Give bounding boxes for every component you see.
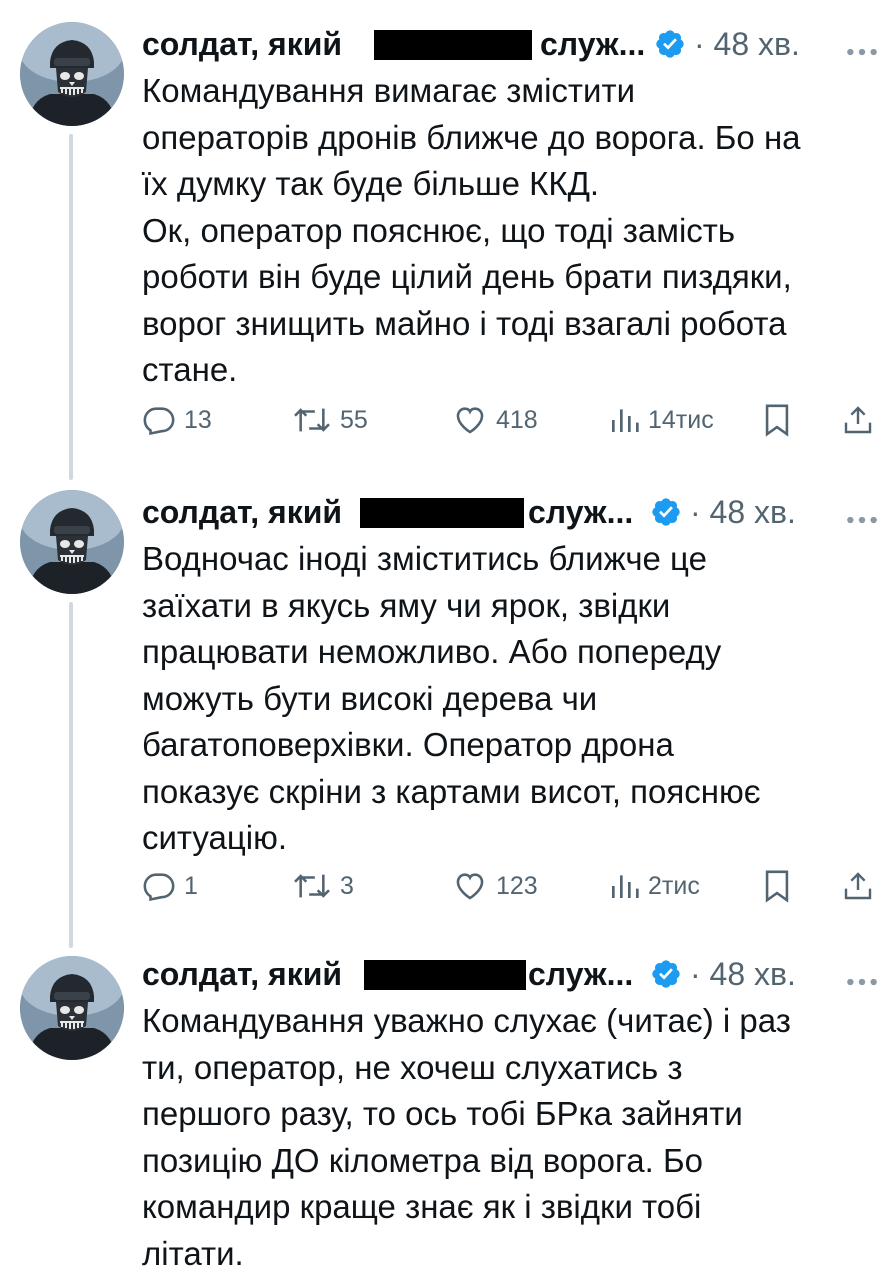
tweet[interactable]: солдат, який служ... · 48 хв. Водночас і…: [0, 468, 896, 948]
views-bar-chart-icon: [612, 409, 639, 432]
tweet-timestamp[interactable]: · 48 хв.: [690, 490, 796, 534]
repost-count: 55: [340, 405, 368, 434]
thread-connector-line: [69, 602, 73, 948]
tweet-text-line: показує скріни з картами висот, пояснює: [142, 772, 761, 810]
reply-button[interactable]: 1: [142, 864, 198, 908]
avatar[interactable]: [20, 22, 124, 126]
reply-count: 13: [184, 405, 212, 434]
share-button[interactable]: [842, 398, 874, 442]
verified-badge-icon: [652, 498, 680, 526]
verified-badge-icon: [656, 30, 684, 58]
tweet-text-line: Командування вимагає змістити: [142, 72, 636, 109]
author-name[interactable]: солдат, який: [142, 490, 342, 534]
reply-button[interactable]: 13: [142, 398, 212, 442]
views-count: 14тис: [648, 405, 714, 434]
author-name-truncated[interactable]: служ...: [528, 490, 633, 534]
author-name[interactable]: солдат, який: [142, 22, 342, 66]
repost-button[interactable]: 55: [292, 398, 368, 442]
verified-badge-icon: [652, 960, 680, 988]
share-button[interactable]: [842, 864, 874, 908]
avatar[interactable]: [20, 490, 124, 594]
tweet-text-line: заїхати в якусь яму чи ярок, звідки: [142, 586, 671, 624]
tweet-text-line: операторів дронів ближче до ворога. Бо н…: [142, 118, 801, 156]
tweet-header: солдат, який служ... · 48 хв.: [142, 22, 882, 66]
redaction-bar: [374, 30, 532, 60]
share-icon: [844, 406, 872, 434]
tweet[interactable]: солдат, який служ... · 48 хв. Командуван…: [0, 936, 896, 1280]
tweet-text-line: можуть бути високі дерева чи: [142, 679, 598, 717]
tweet-text-line: багатоповерхівки. Оператор дрона: [142, 726, 674, 763]
repost-count: 3: [340, 871, 354, 900]
tweet-text-line: стане.: [142, 351, 238, 388]
soldier-avatar-icon: [20, 22, 124, 126]
tweet-text-line: Водночас іноді зміститись ближче це: [142, 540, 707, 577]
bookmark-button[interactable]: [762, 398, 792, 442]
avatar[interactable]: [20, 956, 124, 1060]
tweet-timestamp[interactable]: · 48 хв.: [690, 952, 796, 996]
redaction-bar: [364, 960, 526, 990]
tweet-text-line: першого разу, то ось тобі БРка зайняти: [142, 1095, 743, 1132]
tweet-text-line: роботи він буде цілий день брати пиздяки…: [142, 258, 792, 295]
views-button[interactable]: 14тис: [608, 398, 714, 442]
tweet-text-line: Командування уважно слухає (читає) і раз: [142, 1002, 791, 1039]
like-count: 418: [496, 405, 538, 434]
tweet-actions-bar: 1 3 123 2тис: [142, 864, 882, 908]
tweet-actions-bar: 13 55 418 14тис: [142, 398, 882, 442]
soldier-avatar-icon: [20, 490, 124, 594]
tweet[interactable]: солдат, який служ... · 48 хв. Командуван…: [0, 0, 896, 480]
heart-icon: [456, 407, 484, 434]
repost-button[interactable]: 3: [292, 864, 354, 908]
repost-icon: [294, 874, 330, 898]
tweet-header: солдат, який служ... · 48 хв.: [142, 952, 882, 996]
author-name-truncated[interactable]: служ...: [540, 22, 645, 66]
like-count: 123: [496, 871, 538, 900]
tweet-text-line: Ок, оператор пояснює, що тоді замість: [142, 211, 736, 249]
author-name[interactable]: солдат, який: [142, 952, 342, 996]
heart-icon: [456, 873, 484, 900]
tweet-header: солдат, який служ... · 48 хв.: [142, 490, 882, 534]
tweet-text-line: ти, оператор, не хочеш слухатись з: [142, 1048, 683, 1086]
reply-count: 1: [184, 871, 198, 900]
tweet-text-line: позицію ДО кілометра від ворога. Бо: [142, 1141, 703, 1179]
tweet-text-line: ворог знищить майно і тоді взагалі робот…: [142, 304, 787, 342]
thread-connector-line: [69, 134, 73, 480]
views-count: 2тис: [648, 871, 700, 900]
tweet-text-line: працювати неможливо. Або попереду: [142, 633, 722, 670]
repost-icon: [294, 408, 330, 432]
soldier-avatar-icon: [20, 956, 124, 1060]
bookmark-icon: [765, 870, 789, 903]
tweet-text-line: літати.: [142, 1234, 244, 1272]
tweet-thread: солдат, який служ... · 48 хв. Командуван…: [0, 0, 896, 1280]
tweet-text: Командування вимагає змістити операторів…: [142, 68, 882, 394]
reply-icon: [143, 873, 175, 902]
author-name-truncated[interactable]: служ...: [528, 952, 633, 996]
like-button[interactable]: 418: [452, 398, 538, 442]
reply-icon: [143, 407, 175, 436]
tweet-text-line: ситуацію.: [142, 819, 288, 856]
tweet-text: Водночас іноді зміститись ближче це заїх…: [142, 536, 882, 862]
redaction-bar: [360, 498, 524, 528]
share-icon: [844, 872, 872, 900]
bookmark-button[interactable]: [762, 864, 792, 908]
like-button[interactable]: 123: [452, 864, 538, 908]
tweet-text-line: їх думку так буде більше ККД.: [142, 165, 600, 202]
tweet-text: Командування уважно слухає (читає) і раз…: [142, 998, 882, 1277]
views-button[interactable]: 2тис: [608, 864, 700, 908]
tweet-text-line: командир краще знає як і звідки тобі: [142, 1188, 702, 1225]
views-bar-chart-icon: [612, 875, 639, 898]
tweet-timestamp[interactable]: · 48 хв.: [694, 22, 800, 66]
bookmark-icon: [765, 404, 789, 437]
